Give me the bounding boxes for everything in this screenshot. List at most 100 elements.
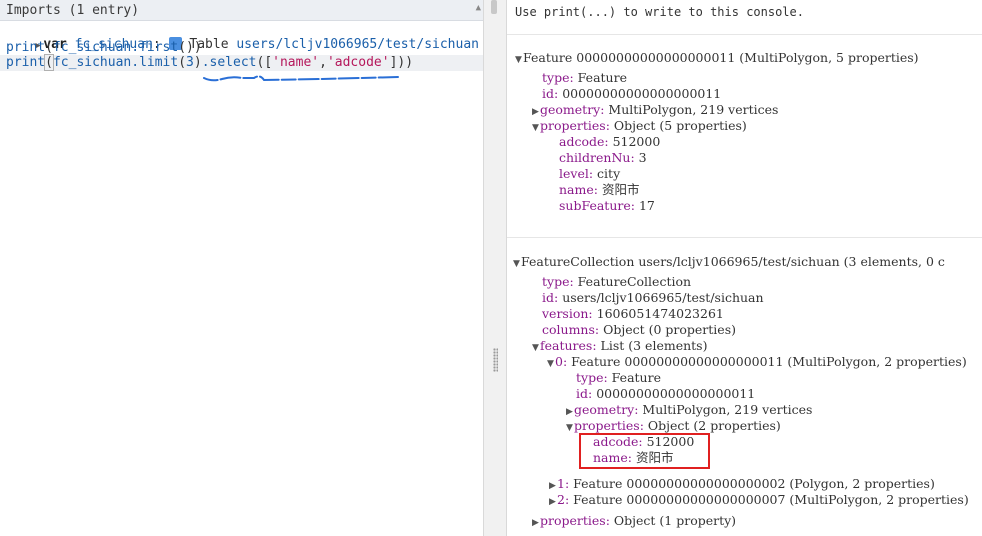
value[interactable]: Feature 00000000000000000007 (MultiPolyg… bbox=[569, 492, 969, 507]
tree-row: level: city bbox=[559, 166, 620, 182]
bracket: ([ bbox=[256, 55, 273, 70]
tree-row-expandable[interactable]: ▶1: Feature 00000000000000000002 (Polygo… bbox=[549, 476, 935, 492]
tree-row-expandable[interactable]: ▼properties: Object (2 properties) bbox=[566, 418, 781, 434]
code-editor[interactable]: Imports (1 entry) ▲ ▶ var fc_sichuan: Tab… bbox=[0, 0, 483, 536]
key[interactable]: features: bbox=[540, 338, 597, 353]
import-entry[interactable]: ▶ var fc_sichuan: Table users/lcljv106696… bbox=[4, 21, 479, 52]
value: FeatureCollection bbox=[573, 274, 692, 289]
collapse-triangle-icon[interactable]: ▼ bbox=[532, 120, 540, 136]
divider bbox=[507, 34, 982, 35]
paren: ( bbox=[178, 55, 187, 70]
imports-header[interactable]: Imports (1 entry) ▲ bbox=[0, 0, 483, 21]
key[interactable]: geometry: bbox=[574, 402, 638, 417]
value: 资阳市 bbox=[597, 182, 640, 197]
value: users/lcljv1066965/test/sichuan bbox=[558, 290, 764, 305]
value: Feature bbox=[573, 70, 627, 85]
string-literal: 'name' bbox=[272, 55, 320, 70]
paren: ) bbox=[193, 55, 202, 70]
expand-triangle-icon[interactable]: ▶ bbox=[532, 515, 540, 531]
variable-ref: fc_sichuan bbox=[52, 55, 132, 70]
collapse-triangle-icon[interactable]: ▼ bbox=[566, 420, 574, 436]
key: childrenNu: bbox=[559, 150, 635, 165]
value[interactable]: Object (1 property) bbox=[610, 513, 736, 528]
tree-row: adcode: 512000 bbox=[559, 134, 660, 150]
number-literal: 3 bbox=[186, 55, 194, 70]
key: type: bbox=[542, 70, 574, 85]
editor-scrollbar[interactable] bbox=[491, 0, 497, 14]
tree-row: id: users/lcljv1066965/test/sichuan bbox=[542, 290, 764, 306]
bracket: ])) bbox=[389, 55, 414, 70]
collapse-triangle-icon[interactable]: ▼ bbox=[515, 52, 523, 68]
string-literal: 'adcode' bbox=[326, 55, 390, 70]
tree-row: columns: Object (0 properties) bbox=[542, 322, 736, 338]
value[interactable]: Object (5 properties) bbox=[610, 118, 747, 133]
value[interactable]: Feature 00000000000000000002 (Polygon, 2… bbox=[569, 476, 935, 491]
value: 17 bbox=[634, 198, 655, 213]
value[interactable]: Feature 00000000000000000011 (MultiPolyg… bbox=[567, 354, 967, 369]
tree-row-expandable[interactable]: ▼properties: Object (5 properties) bbox=[532, 118, 747, 134]
annotation-underline bbox=[203, 75, 399, 82]
tree-row: id: 00000000000000000011 bbox=[576, 386, 755, 402]
console-panel[interactable]: Use print(...) to write to this console.… bbox=[507, 0, 982, 536]
key[interactable]: geometry: bbox=[540, 102, 604, 117]
collapse-triangle-icon[interactable]: ▼ bbox=[532, 340, 540, 356]
method-call: .first bbox=[131, 40, 179, 55]
key: version: bbox=[542, 306, 593, 321]
drag-grip-icon[interactable] bbox=[493, 348, 498, 372]
divider bbox=[507, 237, 982, 238]
panel-splitter[interactable] bbox=[483, 0, 507, 536]
tree-row: subFeature: 17 bbox=[559, 198, 655, 214]
collapse-triangle-icon[interactable]: ▼ bbox=[513, 256, 521, 272]
code-line-3[interactable]: print(fc_sichuan.limit(3).select(['name'… bbox=[6, 54, 414, 71]
value[interactable]: MultiPolygon, 219 vertices bbox=[604, 102, 778, 117]
tree-row-expandable[interactable]: ▼0: Feature 00000000000000000011 (MultiP… bbox=[547, 354, 967, 370]
tree-row: name: 资阳市 bbox=[559, 182, 639, 198]
print-fn: print bbox=[6, 40, 46, 55]
imports-title[interactable]: Imports (1 entry) bbox=[6, 3, 139, 18]
collapse-triangle-icon[interactable]: ▼ bbox=[547, 356, 555, 372]
key[interactable]: properties: bbox=[540, 118, 610, 133]
key: id: bbox=[576, 386, 593, 401]
collection-header-text[interactable]: FeatureCollection users/lcljv1066965/tes… bbox=[521, 254, 945, 269]
key: type: bbox=[542, 274, 574, 289]
key: id: bbox=[542, 86, 559, 101]
key[interactable]: properties: bbox=[574, 418, 644, 433]
key[interactable]: properties: bbox=[540, 513, 610, 528]
tree-row: type: Feature bbox=[576, 370, 661, 386]
tree-row-expandable[interactable]: ▶geometry: MultiPolygon, 219 vertices bbox=[532, 102, 778, 118]
tree-row-expandable[interactable]: ▶geometry: MultiPolygon, 219 vertices bbox=[566, 402, 812, 418]
method-call: .limit bbox=[131, 55, 179, 70]
value: Feature bbox=[607, 370, 661, 385]
tree-row: id: 00000000000000000011 bbox=[542, 86, 721, 102]
value[interactable]: Object (2 properties) bbox=[644, 418, 781, 433]
comma: , bbox=[319, 55, 327, 70]
tree-row-expandable[interactable]: ▼features: List (3 elements) bbox=[532, 338, 707, 354]
scroll-up-arrow-icon[interactable]: ▲ bbox=[476, 3, 481, 13]
expand-triangle-icon[interactable]: ▶ bbox=[549, 494, 557, 510]
feature-header[interactable]: ▼Feature 00000000000000000011 (MultiPoly… bbox=[515, 50, 919, 66]
key: id: bbox=[542, 290, 559, 305]
tree-row-expandable[interactable]: ▶2: Feature 00000000000000000007 (MultiP… bbox=[549, 492, 969, 508]
value[interactable]: List (3 elements) bbox=[597, 338, 708, 353]
collection-header[interactable]: ▼FeatureCollection users/lcljv1066965/te… bbox=[513, 254, 945, 270]
value: Object (0 properties) bbox=[599, 322, 736, 337]
tree-row-expandable[interactable]: ▶properties: Object (1 property) bbox=[532, 513, 736, 529]
value: 1606051474023261 bbox=[592, 306, 724, 321]
value[interactable]: MultiPolygon, 219 vertices bbox=[638, 402, 812, 417]
feature-header-text[interactable]: Feature 00000000000000000011 (MultiPolyg… bbox=[523, 50, 919, 65]
key: name: bbox=[559, 182, 598, 197]
key: columns: bbox=[542, 322, 600, 337]
key[interactable]: 2: bbox=[557, 492, 569, 507]
value: 00000000000000000011 bbox=[592, 386, 756, 401]
paren: ( bbox=[45, 40, 53, 55]
key: subFeature: bbox=[559, 198, 635, 213]
code-line-2[interactable]: print(fc_sichuan.first()) bbox=[6, 40, 202, 56]
value: 512000 bbox=[608, 134, 661, 149]
tree-row: type: FeatureCollection bbox=[542, 274, 691, 290]
asset-path-link[interactable]: users/lcljv1066965/test/sichuan bbox=[236, 37, 479, 52]
key[interactable]: 1: bbox=[557, 476, 569, 491]
console-hint: Use print(...) to write to this console. bbox=[515, 5, 804, 19]
highlight-box bbox=[579, 433, 710, 469]
key[interactable]: 0: bbox=[555, 354, 567, 369]
tree-row: childrenNu: 3 bbox=[559, 150, 647, 166]
